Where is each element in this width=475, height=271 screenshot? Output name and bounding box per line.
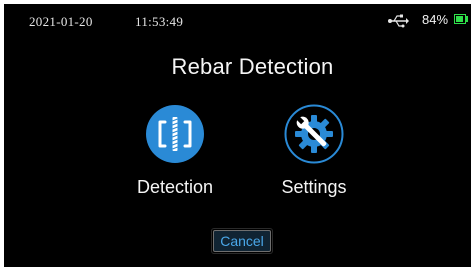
battery-terminal xyxy=(466,16,468,22)
detection-label[interactable]: Detection xyxy=(115,177,235,198)
device-screen: 2021-01-20 11:53:49 84% Rebar Detection xyxy=(4,4,471,267)
battery-percent: 84% xyxy=(422,12,449,27)
battery-icon xyxy=(454,14,466,24)
rebar-detection-icon[interactable] xyxy=(145,104,205,164)
status-date: 2021-01-20 xyxy=(29,14,93,29)
status-time: 11:53:49 xyxy=(135,14,184,29)
settings-label[interactable]: Settings xyxy=(254,177,374,198)
cancel-button[interactable]: Cancel xyxy=(213,230,271,252)
page-title: Rebar Detection xyxy=(171,54,334,79)
settings-gear-wrench-icon[interactable] xyxy=(284,104,344,164)
battery-fill xyxy=(456,16,463,22)
usb-icon xyxy=(388,14,409,28)
